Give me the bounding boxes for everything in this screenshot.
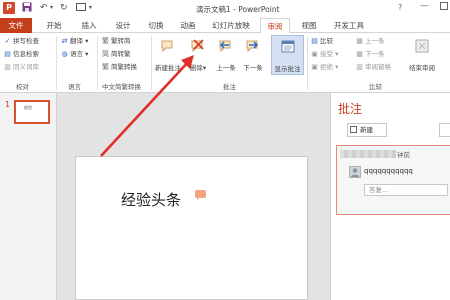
next-change-button[interactable]: ▦ 下一条 [355,49,384,59]
show-comments-button[interactable]: 显示批注 [271,35,304,75]
accept-button[interactable]: ▣ 接受 ▾ [310,49,338,59]
show-comments-icon [281,40,295,53]
research-icon: ▤ [4,50,11,58]
tab-animations[interactable]: 动画 [175,18,201,33]
slide-number: 1 [5,100,11,109]
tab-home[interactable]: 开始 [41,18,67,33]
slide-thumbnail[interactable]: 经验 [14,100,50,124]
end-review-button[interactable]: 结束审阅 [405,35,439,73]
previous-comment-button[interactable]: 上一条 [213,35,239,73]
reviewing-pane-icon: ▥ [356,63,363,71]
reply-field[interactable]: 答复... [364,184,448,196]
simplified-to-traditional-button[interactable]: 简简转繁 [101,49,131,59]
new-comment-button[interactable]: 新建批注 [153,35,183,73]
convert-icon: 繁 [102,37,109,45]
editor-area: 1 经验 经验头条 批注 新建 钟前 qqqqqqqqqqq 答复... [0,93,450,300]
compare-icon: ▤ [311,37,318,45]
tab-slideshow[interactable]: 幻灯片放映 [208,18,254,33]
tab-design[interactable]: 设计 [110,18,136,33]
spell-check-button[interactable]: ✓ 拼写检查 [3,36,39,46]
reject-icon: ▣ [311,63,318,71]
slide-canvas[interactable]: 经验头条 [75,156,308,300]
compare-button[interactable]: ▤ 比较 [310,36,333,46]
translate-icon: ⇄ [61,37,68,45]
convert-icon: 简 [102,50,109,58]
start-from-beginning-icon[interactable] [76,2,86,14]
group-divider [151,36,152,90]
save-icon[interactable] [22,2,32,14]
thumbnail-text: 经验 [24,105,32,110]
ribbon: ✓ 拼写检查 ▤ 信息检索 ▥ 同义词库 校对 ⇄ 翻译 ▾ ◍ 语言 ▾ 语言 繁繁转简… [0,33,450,93]
convert-icon: 繁 [102,63,109,71]
undo-dropdown-icon[interactable]: ▾ [50,2,53,14]
next-comment-icon [246,40,259,53]
title-bar: P ↶ ▾ ↻ ▾ 演示文稿1 - PowerPoint ? — [0,0,450,18]
previous-change-button[interactable]: ▦ 上一条 [355,36,384,46]
slide-thumbnail-pane: 1 经验 [0,93,57,300]
next-comment-button[interactable]: 下一条 [240,35,266,73]
previous-change-icon: ▦ [356,37,363,45]
group-label-proofing: 校对 [16,83,29,91]
new-comment-icon [161,40,173,53]
redo-icon[interactable]: ↻ [60,2,68,14]
restore-button[interactable] [440,2,448,10]
new-comment-icon [350,126,357,133]
group-label-compare: 比较 [369,83,382,91]
powerpoint-logo: P [3,2,15,14]
undo-icon[interactable]: ↶ [40,2,48,14]
group-divider [97,36,98,90]
translate-button[interactable]: ⇄ 翻译 ▾ [60,36,89,46]
spell-check-icon: ✓ [4,37,11,45]
tab-developer[interactable]: 开发工具 [329,18,369,33]
comment-time: 钟前 [397,151,410,159]
delete-comment-icon [191,39,204,53]
avatar [349,166,361,178]
reviewing-pane-button[interactable]: ▥ 审阅窗格 [355,62,391,72]
thesaurus-button[interactable]: ▥ 同义词库 [3,62,39,72]
thesaurus-icon: ▥ [4,63,11,71]
end-review-icon [415,39,429,53]
traditional-to-simplified-button[interactable]: 繁繁转简 [101,36,131,46]
tab-review[interactable]: 审阅 [260,18,290,34]
group-divider [56,36,57,90]
language-icon: ◍ [61,50,68,58]
chinese-conversion-button[interactable]: 繁简繁转换 [101,62,137,72]
tab-insert[interactable]: 插入 [76,18,102,33]
group-label-language: 语言 [68,83,81,91]
new-comment-pane-button[interactable]: 新建 [347,123,387,137]
group-divider [307,36,308,90]
customize-qat-icon[interactable]: ▾ [89,2,92,14]
previous-comment-pane-button[interactable] [439,123,450,137]
slide-text-box[interactable]: 经验头条 [121,189,181,210]
accept-icon: ▣ [311,50,318,58]
comments-pane: 批注 新建 钟前 qqqqqqqqqqq 答复... [330,93,450,300]
comment-author-blurred [340,150,396,158]
comment-marker-icon[interactable] [195,190,206,200]
language-button[interactable]: ◍ 语言 ▾ [60,49,88,59]
next-change-icon: ▦ [356,50,363,58]
window-title: 演示文稿1 - PowerPoint [196,5,280,14]
comment-text: qqqqqqqqqqq [364,167,413,175]
group-label-chinese-conversion: 中文简繁转换 [102,83,141,91]
tab-file[interactable]: 文件 [0,18,32,33]
ribbon-tabs: 文件 开始 插入 设计 切换 动画 幻灯片放映 审阅 视图 开发工具 [0,18,450,34]
tab-view[interactable]: 视图 [296,18,322,33]
tab-transitions[interactable]: 切换 [143,18,169,33]
minimize-button[interactable]: — [420,1,429,11]
comment-card[interactable]: 钟前 qqqqqqqqqqq 答复... [336,145,450,215]
delete-comment-button[interactable]: 删除▾ [186,35,210,73]
reject-button[interactable]: ▣ 拒绝 ▾ [310,62,338,72]
help-button[interactable]: ? [398,3,402,12]
research-button[interactable]: ▤ 信息检索 [3,49,39,59]
group-label-comments: 批注 [223,83,236,91]
comments-pane-title: 批注 [338,102,363,116]
previous-comment-icon [219,40,231,53]
